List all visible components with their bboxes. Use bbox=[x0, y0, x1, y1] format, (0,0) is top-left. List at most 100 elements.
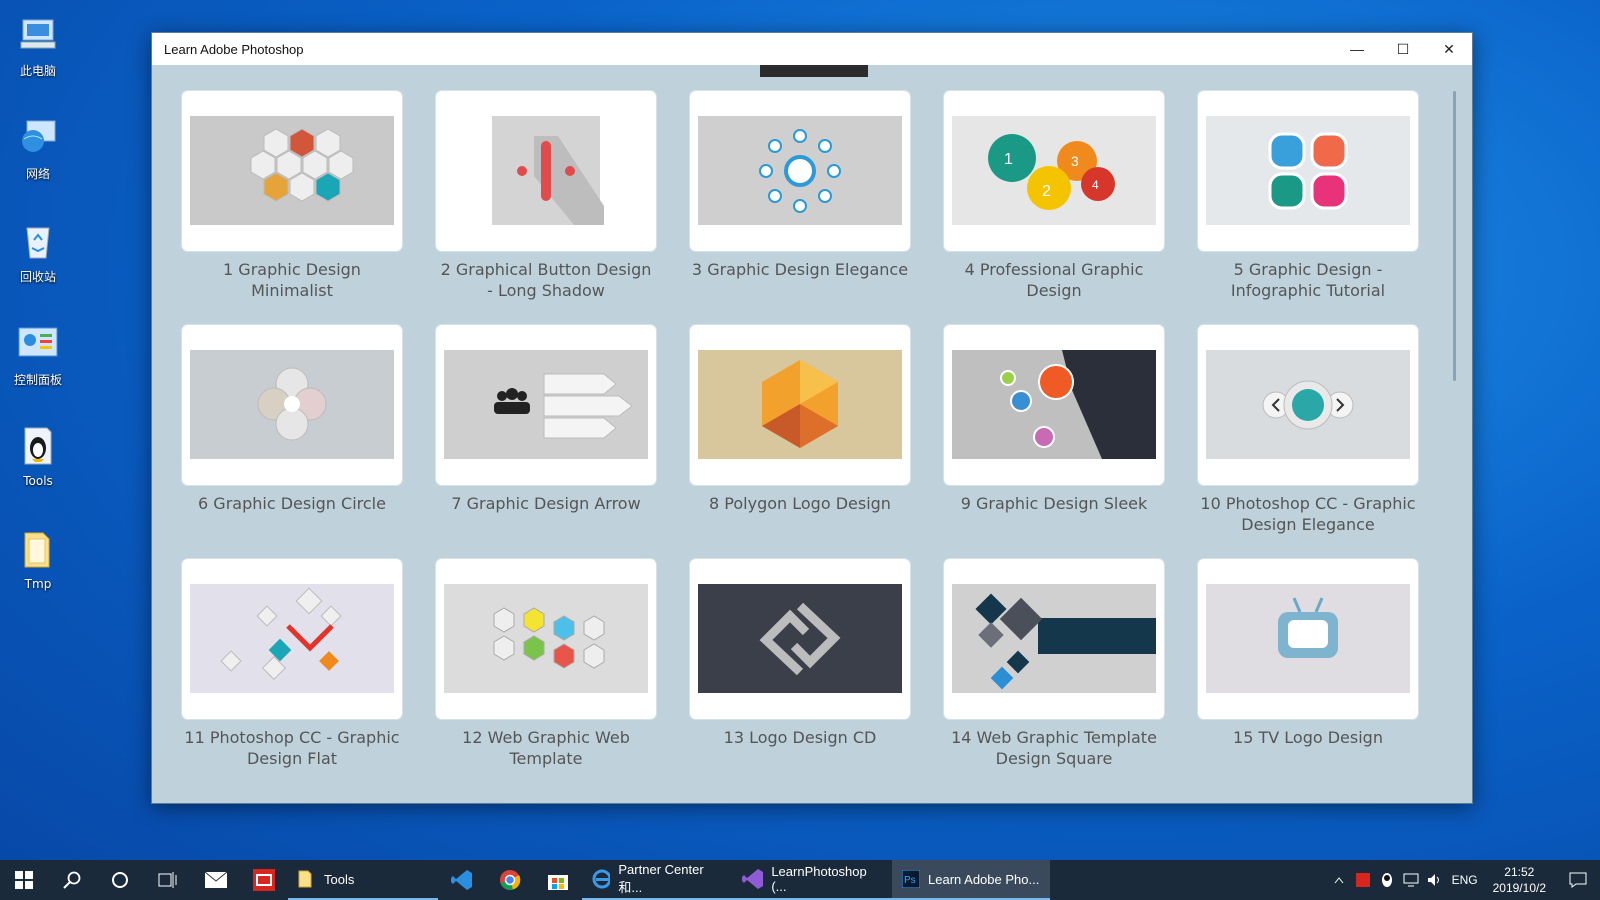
taskbar-visual-studio[interactable]: LearnPhotoshop (... bbox=[732, 860, 892, 900]
lesson-thumbnail[interactable] bbox=[944, 325, 1164, 485]
lesson-card[interactable]: 13 Logo Design CD bbox=[690, 559, 910, 748]
lesson-card[interactable]: 1 2 3 4 4 Professional Graphic Design bbox=[944, 91, 1164, 301]
desktop-icon-label: Tools bbox=[23, 474, 53, 488]
lesson-thumbnail[interactable] bbox=[690, 325, 910, 485]
desktop-icon-tools[interactable]: Tools bbox=[10, 424, 66, 522]
lesson-card[interactable]: 9 Graphic Design Sleek bbox=[944, 325, 1164, 514]
language-indicator[interactable]: ENG bbox=[1447, 860, 1483, 900]
start-button[interactable] bbox=[0, 860, 48, 900]
svg-text:4: 4 bbox=[1092, 178, 1099, 192]
tray-expand-button[interactable] bbox=[1327, 860, 1351, 900]
lesson-title: 4 Professional Graphic Design bbox=[964, 260, 1144, 300]
visual-studio-icon bbox=[742, 869, 763, 889]
taskbar-learn-adobe[interactable]: Ps Learn Adobe Pho... bbox=[892, 860, 1050, 900]
close-button[interactable]: ✕ bbox=[1426, 33, 1472, 65]
lesson-card[interactable]: 11 Photoshop CC - Graphic Design Flat bbox=[182, 559, 402, 769]
lesson-thumbnail[interactable] bbox=[944, 559, 1164, 719]
thumbnail-image bbox=[444, 350, 648, 459]
desktop-icon-recycle-bin[interactable]: 回收站 bbox=[10, 218, 66, 316]
computer-icon bbox=[18, 12, 58, 56]
control-panel-icon bbox=[18, 321, 58, 365]
lesson-thumbnail[interactable] bbox=[1198, 325, 1418, 485]
lesson-thumbnail[interactable]: 1 2 3 4 bbox=[944, 91, 1164, 251]
edge-icon bbox=[592, 869, 611, 889]
app-button-red[interactable] bbox=[240, 860, 288, 900]
lesson-title: 12 Web Graphic Web Template bbox=[462, 728, 630, 768]
tray-network[interactable] bbox=[1399, 860, 1423, 900]
lesson-thumbnail[interactable] bbox=[182, 325, 402, 485]
lesson-thumbnail[interactable] bbox=[690, 559, 910, 719]
action-center-button[interactable] bbox=[1556, 860, 1600, 900]
mail-icon bbox=[205, 872, 227, 888]
search-icon bbox=[63, 871, 81, 889]
maximize-button[interactable]: ☐ bbox=[1380, 33, 1426, 65]
lesson-card[interactable]: 2 Graphical Button Design - Long Shadow bbox=[436, 91, 656, 301]
lesson-title: 1 Graphic Design Minimalist bbox=[223, 260, 361, 300]
chevron-up-icon bbox=[1334, 877, 1343, 884]
lesson-thumbnail[interactable] bbox=[436, 559, 656, 719]
desktop-icon-label: 网络 bbox=[25, 167, 50, 181]
chrome-icon bbox=[500, 870, 521, 890]
taskbar-vs-label: LearnPhotoshop (... bbox=[771, 864, 867, 894]
cortana-icon bbox=[112, 872, 128, 888]
lesson-card[interactable]: 1 Graphic Design Minimalist bbox=[182, 91, 402, 301]
tools-app-icon bbox=[18, 424, 58, 468]
network-tray-icon bbox=[1403, 873, 1419, 887]
chrome-button[interactable] bbox=[486, 860, 534, 900]
desktop-icon-control-panel[interactable]: 控制面板 bbox=[10, 321, 66, 419]
taskbar-edge-partner-center[interactable]: Partner Center 和... bbox=[582, 860, 732, 900]
lesson-card[interactable]: 8 Polygon Logo Design bbox=[690, 325, 910, 514]
drag-handle[interactable] bbox=[760, 65, 868, 77]
lesson-thumbnail[interactable] bbox=[182, 91, 402, 251]
lesson-card[interactable]: 10 Photoshop CC - Graphic Design Eleganc… bbox=[1198, 325, 1418, 535]
lesson-card[interactable]: 6 Graphic Design Circle bbox=[182, 325, 402, 514]
lesson-card[interactable]: 5 Graphic Design - Infographic Tutorial bbox=[1198, 91, 1418, 301]
desktop-icon-label: 控制面板 bbox=[13, 373, 62, 387]
clock[interactable]: 21:52 2019/10/2 bbox=[1483, 864, 1556, 896]
lesson-thumbnail[interactable] bbox=[1198, 559, 1418, 719]
tray-volume[interactable] bbox=[1423, 860, 1447, 900]
thumbnail-image bbox=[190, 584, 394, 693]
tray-app-red[interactable] bbox=[1351, 860, 1375, 900]
volume-icon bbox=[1427, 874, 1439, 886]
clock-time: 21:52 bbox=[1504, 865, 1535, 879]
search-button[interactable] bbox=[48, 860, 96, 900]
thumbnail-image bbox=[698, 116, 902, 225]
lesson-thumbnail[interactable] bbox=[1198, 91, 1418, 251]
minimize-button[interactable]: — bbox=[1334, 33, 1380, 65]
folder-icon bbox=[18, 527, 58, 571]
desktop-icon-tmp[interactable]: Tmp bbox=[10, 527, 66, 625]
folder-icon bbox=[298, 870, 312, 888]
task-view-button[interactable] bbox=[144, 860, 192, 900]
lesson-title: 15 TV Logo Design bbox=[1233, 728, 1383, 747]
store-button[interactable] bbox=[534, 860, 582, 900]
desktop-icon-network[interactable]: 网络 bbox=[10, 115, 66, 213]
lesson-card[interactable]: 15 TV Logo Design bbox=[1198, 559, 1418, 748]
lesson-card[interactable]: 14 Web Graphic Template Design Square bbox=[944, 559, 1164, 769]
mail-app-button[interactable] bbox=[192, 860, 240, 900]
lesson-title: 13 Logo Design CD bbox=[723, 728, 877, 747]
lesson-title: 2 Graphical Button Design - Long Shadow bbox=[440, 260, 652, 300]
title-bar[interactable]: Learn Adobe Photoshop — ☐ ✕ bbox=[152, 33, 1472, 65]
lesson-card[interactable]: 12 Web Graphic Web Template bbox=[436, 559, 656, 769]
lesson-thumbnail[interactable] bbox=[436, 91, 656, 251]
lesson-card[interactable]: 3 Graphic Design Elegance bbox=[690, 91, 910, 280]
lesson-thumbnail[interactable] bbox=[690, 91, 910, 251]
tray-qq[interactable] bbox=[1375, 860, 1399, 900]
taskbar-tools[interactable]: Tools bbox=[288, 860, 438, 900]
lesson-thumbnail[interactable] bbox=[436, 325, 656, 485]
thumbnail-image bbox=[952, 584, 1156, 693]
thumbnail-image bbox=[1206, 116, 1410, 225]
vertical-scrollbar[interactable] bbox=[1453, 91, 1456, 381]
thumbnail-image bbox=[1206, 584, 1410, 693]
desktop-icons: 此电脑 网络 回收站 控制面板 Tools Tmp bbox=[10, 8, 66, 630]
taskbar: Tools Partner Center 和... LearnPhotoshop… bbox=[0, 860, 1600, 900]
app-window: Learn Adobe Photoshop — ☐ ✕ 1 Graphic De… bbox=[151, 32, 1473, 804]
lesson-card[interactable]: 7 Graphic Design Arrow bbox=[436, 325, 656, 514]
lesson-thumbnail[interactable] bbox=[182, 559, 402, 719]
vscode-button[interactable] bbox=[438, 860, 486, 900]
clock-date: 2019/10/2 bbox=[1492, 881, 1546, 895]
thumbnail-image bbox=[444, 584, 648, 693]
desktop-icon-computer[interactable]: 此电脑 bbox=[10, 12, 66, 110]
cortana-button[interactable] bbox=[96, 860, 144, 900]
